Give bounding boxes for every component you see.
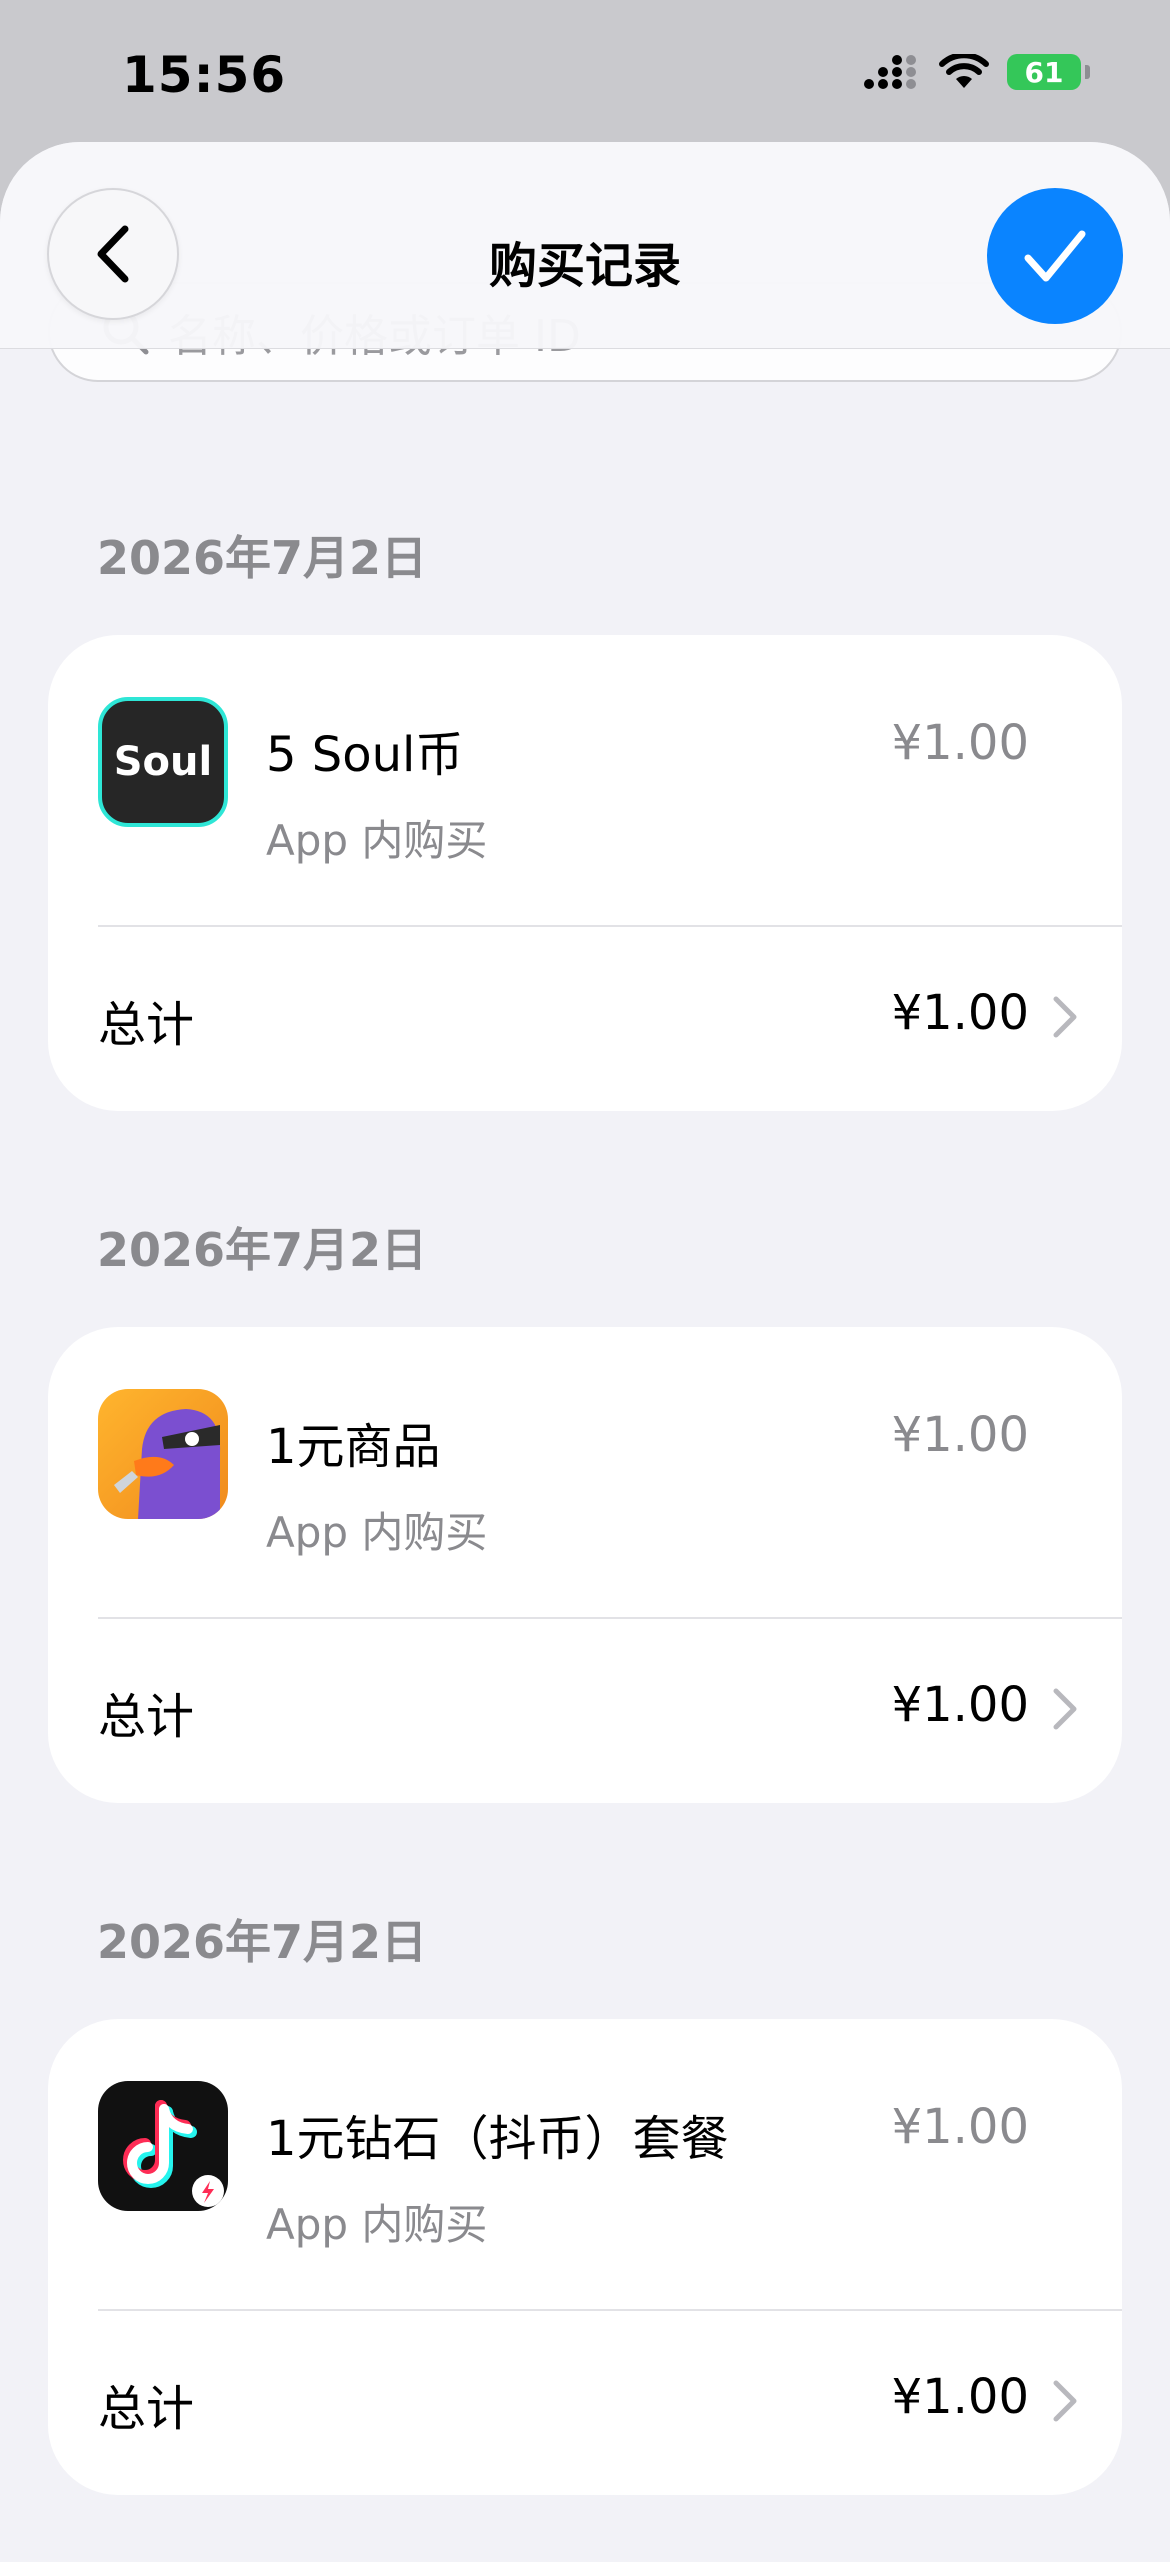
status-time: 15:56 — [122, 46, 287, 104]
purchase-history-sheet: 购买记录 名称、价格或订单 ID 2026年7月2日 Soul 5 Soul币 … — [0, 142, 1170, 2562]
soul-app-icon: Soul — [98, 697, 228, 827]
item-name: 1元商品 — [266, 1419, 441, 1475]
divider — [98, 925, 1122, 927]
item-price: ¥1.00 — [891, 715, 1029, 771]
total-label[interactable]: 总计 — [98, 1677, 194, 1747]
purchase-card: 1元商品 ¥1.00 App 内购买 总计 ¥1.00 — [48, 1327, 1122, 1803]
item-name: 5 Soul币 — [266, 727, 464, 783]
total-value[interactable]: ¥1.00 — [892, 1677, 1029, 1733]
battery-icon: 61 — [1007, 54, 1081, 90]
done-button[interactable] — [987, 188, 1123, 324]
status-icons: 61 — [863, 54, 1090, 90]
date-header: 2026年7月2日 — [97, 1915, 428, 1969]
battery-level: 61 — [1024, 55, 1064, 89]
item-type: App 内购买 — [266, 816, 488, 865]
item-price: ¥1.00 — [891, 1407, 1029, 1463]
item-type: App 内购买 — [266, 1508, 488, 1557]
item-type: App 内购买 — [266, 2200, 488, 2249]
item-price: ¥1.00 — [891, 2099, 1029, 2155]
status-bar: 15:56 61 — [0, 0, 1170, 150]
navigation-bar: 购买记录 — [0, 142, 1170, 349]
signal-icon — [864, 55, 916, 89]
chevron-right-icon[interactable] — [1050, 995, 1080, 1039]
goose-game-app-icon — [98, 1389, 228, 1519]
total-label[interactable]: 总计 — [98, 985, 194, 1055]
date-header: 2026年7月2日 — [97, 531, 428, 585]
total-value[interactable]: ¥1.00 — [892, 2369, 1029, 2425]
douyin-app-icon — [98, 2081, 228, 2211]
soul-icon-text: Soul — [113, 739, 213, 785]
battery-cap — [1085, 65, 1090, 79]
total-label[interactable]: 总计 — [98, 2369, 194, 2439]
checkmark-icon — [1024, 230, 1086, 282]
divider — [98, 2309, 1122, 2311]
purchase-card: Soul 5 Soul币 ¥1.00 App 内购买 总计 ¥1.00 — [48, 635, 1122, 1111]
chevron-right-icon[interactable] — [1050, 2379, 1080, 2423]
date-header: 2026年7月2日 — [97, 1223, 428, 1277]
purchase-card: 1元钻石（抖币）套餐 ¥1.00 App 内购买 总计 ¥1.00 — [48, 2019, 1122, 2495]
item-name: 1元钻石（抖币）套餐 — [266, 2111, 729, 2167]
total-value[interactable]: ¥1.00 — [892, 985, 1029, 1041]
divider — [98, 1617, 1122, 1619]
chevron-right-icon[interactable] — [1050, 1687, 1080, 1731]
wifi-icon — [939, 54, 989, 88]
